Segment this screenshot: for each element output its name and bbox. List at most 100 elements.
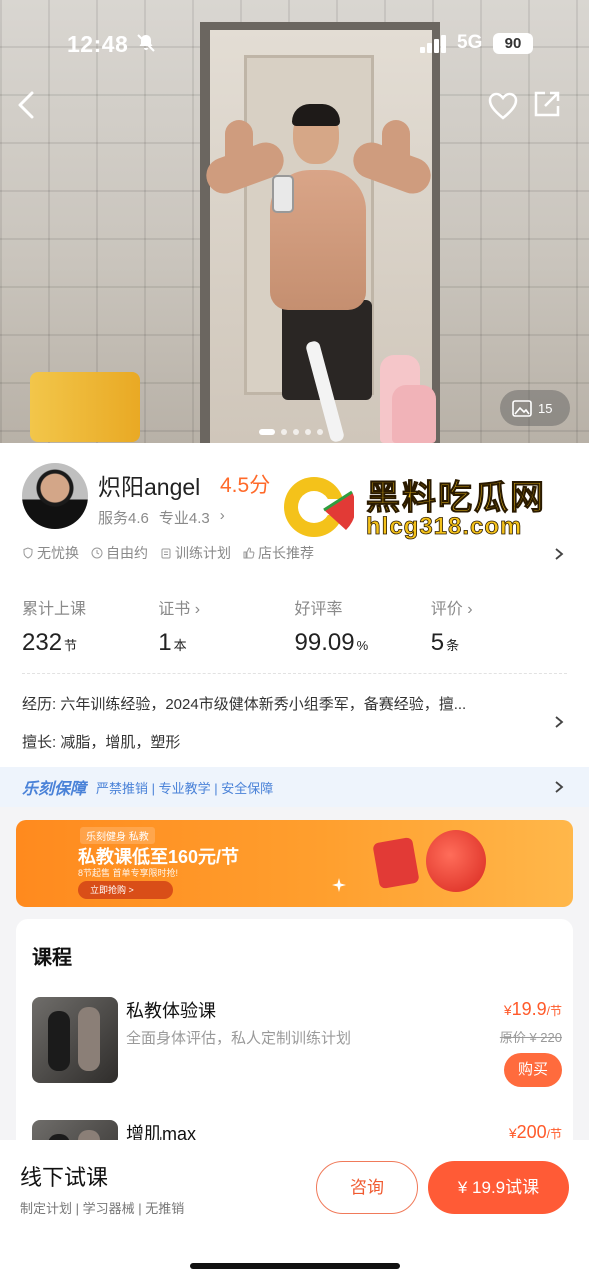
subscores[interactable]: 服务4.6 专业4.3 › bbox=[98, 507, 225, 528]
signal-icon bbox=[420, 35, 446, 53]
chevron-right-icon: › bbox=[219, 507, 225, 524]
tag-label: 自由约 bbox=[106, 545, 148, 561]
experience-text[interactable]: 经历: 六年训练经验，2024市级健体新秀小组季军，备赛经验，擅... bbox=[22, 693, 542, 714]
tag-label: 无忧换 bbox=[37, 545, 79, 561]
course-item[interactable]: 私教体验课 全面身体评估，私人定制训练计划 ¥19.9/节 原价 ¥ 220 购… bbox=[32, 997, 562, 1087]
trial-button[interactable]: ¥ 19.9试课 bbox=[428, 1161, 569, 1214]
stat-lessons: 累计上课 232 节 bbox=[22, 595, 158, 657]
bottom-bar: 线下试课 制定计划 | 学习器械 | 无推销 咨询 ¥ 19.9试课 bbox=[0, 1140, 589, 1280]
tag-label: 店长推荐 bbox=[258, 545, 314, 561]
shield-icon bbox=[23, 547, 33, 559]
sparkle-icon bbox=[332, 878, 346, 892]
photo-count: 15 bbox=[538, 400, 553, 416]
watermark-url: hlcg318.com bbox=[366, 513, 523, 541]
stat-value: 99.09 bbox=[294, 629, 355, 656]
price-symbol: ¥ bbox=[503, 1002, 512, 1018]
stat-positive-rate: 好评率 99.09% bbox=[295, 595, 431, 657]
tag-list[interactable]: 无忧换 自由约 训练计划 店长推荐 bbox=[22, 543, 314, 563]
stat-unit: 条 bbox=[446, 638, 460, 653]
chevron-right-icon bbox=[555, 781, 564, 793]
photo-count-badge[interactable]: 15 bbox=[500, 390, 570, 426]
chevron-right-icon[interactable] bbox=[554, 715, 564, 729]
bell-mute-icon bbox=[137, 34, 155, 52]
course-desc: 全面身体评估，私人定制训练计划 bbox=[126, 1030, 352, 1047]
banner-button[interactable]: 立即抢购 > bbox=[78, 881, 173, 899]
price-per: /节 bbox=[546, 1127, 562, 1141]
gift-box-icon bbox=[372, 836, 420, 890]
tag-item: 训练计划 bbox=[160, 543, 231, 563]
stat-label-wrap: 评价 › bbox=[431, 595, 567, 619]
divider bbox=[22, 673, 567, 674]
course-price: ¥19.9/节 bbox=[504, 999, 562, 1020]
carousel-dots bbox=[259, 429, 323, 435]
image-icon bbox=[512, 399, 532, 417]
heart-icon[interactable] bbox=[488, 92, 518, 120]
price-symbol: ¥ bbox=[508, 1125, 517, 1141]
stat-label: 评价 bbox=[430, 601, 463, 618]
bottle bbox=[392, 385, 436, 443]
stat-label: 累计上课 bbox=[22, 601, 87, 618]
trial-subtitle: 制定计划 | 学习器械 | 无推销 bbox=[20, 1201, 185, 1216]
coach-rating: 4.5分 bbox=[220, 474, 271, 497]
stat-reviews[interactable]: 评价 › 5条 bbox=[431, 595, 567, 657]
forearm-right bbox=[382, 120, 410, 180]
course-thumbnail bbox=[32, 997, 118, 1083]
consult-button[interactable]: 咨询 bbox=[316, 1161, 418, 1214]
carousel-dot bbox=[293, 429, 299, 435]
original-price: 原价 ¥ 220 bbox=[499, 1030, 562, 1045]
buy-button[interactable]: 购买 bbox=[504, 1053, 562, 1087]
kettlebell-icon bbox=[426, 830, 486, 892]
trial-title: 线下试课 bbox=[20, 1165, 109, 1190]
banner-subtitle: 8节起售 首单专享限时抢! bbox=[78, 868, 179, 878]
hero-photo[interactable]: 12:48 5G 90 15 bbox=[0, 0, 589, 443]
sink-items bbox=[30, 372, 140, 442]
stats-row: 累计上课 232 节 证书 › 1本 好评率 99.09% 评价 › 5条 bbox=[22, 595, 567, 657]
price-value: 19.9 bbox=[511, 999, 547, 1019]
courses-title: 课程 bbox=[32, 947, 72, 969]
guarantee-bar[interactable]: 乐刻保障 严禁推销 | 专业教学 | 安全保障 bbox=[0, 767, 589, 807]
carousel-dot bbox=[281, 429, 287, 435]
carousel-dot bbox=[305, 429, 311, 435]
avatar[interactable] bbox=[22, 463, 88, 529]
price-per: /节 bbox=[546, 1004, 562, 1018]
person-hair bbox=[292, 104, 340, 126]
status-time: 12:48 bbox=[67, 31, 129, 57]
home-indicator[interactable] bbox=[190, 1263, 400, 1269]
clipboard-icon bbox=[161, 548, 171, 559]
stat-label: 证书 bbox=[158, 601, 191, 618]
promo-banner[interactable]: 乐刻健身 私教 私教课低至160元/节 8节起售 首单专享限时抢! 立即抢购 > bbox=[16, 820, 573, 907]
clock-icon bbox=[91, 547, 103, 559]
chevron-right-icon: › bbox=[467, 601, 473, 618]
price-value: 200 bbox=[516, 1122, 547, 1142]
service-score: 服务4.6 bbox=[98, 510, 149, 527]
thumbs-up-icon bbox=[243, 547, 255, 559]
watermark-logo-icon bbox=[284, 477, 354, 537]
phone-in-hand bbox=[272, 175, 294, 213]
chevron-right-icon[interactable] bbox=[554, 547, 564, 561]
tag-item: 自由约 bbox=[91, 543, 148, 563]
page: 12:48 5G 90 15 炽阳angel 4.5分 服务4.6 专业4.3 … bbox=[0, 0, 589, 1280]
carousel-dot bbox=[317, 429, 323, 435]
tag-item: 无忧换 bbox=[22, 543, 79, 563]
stat-unit: % bbox=[356, 638, 369, 653]
stat-value: 5 bbox=[430, 629, 445, 656]
stat-label-wrap: 证书 › bbox=[158, 595, 294, 619]
stat-unit: 节 bbox=[64, 638, 78, 653]
stat-value-wrap: 5条 bbox=[431, 629, 567, 657]
tag-item: 店长推荐 bbox=[243, 543, 314, 563]
share-icon[interactable] bbox=[533, 90, 561, 118]
back-icon[interactable] bbox=[14, 90, 40, 120]
forearm-left bbox=[225, 120, 253, 180]
coach-name: 炽阳angel bbox=[98, 474, 201, 500]
guarantee-text: 严禁推销 | 专业教学 | 安全保障 bbox=[96, 780, 274, 796]
thumb-figure bbox=[48, 1011, 70, 1071]
stat-value-wrap: 99.09% bbox=[295, 629, 431, 657]
carousel-dot-active bbox=[259, 429, 275, 435]
skills-text: 擅长: 减脂，增肌，塑形 bbox=[22, 734, 181, 751]
banner-brand: 乐刻健身 私教 bbox=[80, 827, 155, 844]
pro-score: 专业4.3 bbox=[158, 510, 210, 527]
stat-label: 好评率 bbox=[294, 601, 343, 618]
stat-certificates[interactable]: 证书 › 1本 bbox=[158, 595, 294, 657]
stat-value-wrap: 1本 bbox=[158, 629, 294, 657]
thumb-figure bbox=[78, 1007, 100, 1071]
